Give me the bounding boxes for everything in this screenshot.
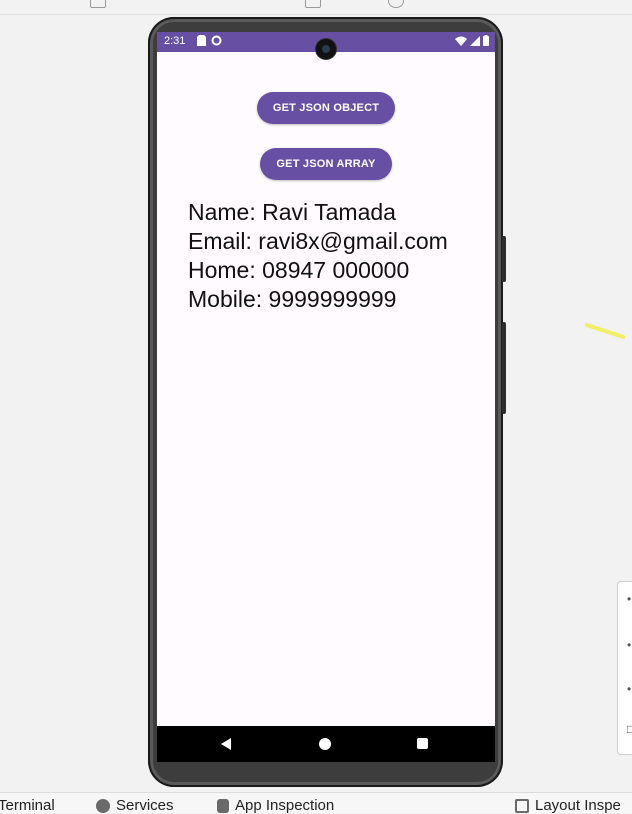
toolbar-icon[interactable] (305, 0, 321, 8)
back-icon[interactable] (221, 738, 231, 750)
contact-info: Name: Ravi Tamada Email: ravi8x@gmail.co… (188, 198, 448, 314)
status-time: 2:31 (164, 35, 186, 47)
services-label: Services (116, 797, 174, 814)
device-screen: 2:31 GET JSON OBJECT GET JSON ARRAY Name… (157, 32, 495, 762)
signal-icon (470, 35, 480, 46)
camera-icon (316, 39, 336, 59)
side-panel[interactable]: • • • □ (617, 581, 632, 755)
power-button (502, 322, 506, 414)
navigation-bar (157, 726, 495, 762)
volume-button (502, 236, 506, 282)
contact-name: Name: Ravi Tamada (188, 199, 396, 225)
recents-icon[interactable] (417, 738, 428, 749)
layout-inspector-icon (515, 798, 529, 813)
wifi-icon (455, 36, 467, 46)
app-inspection-icon (217, 798, 229, 813)
app-inspection-tab[interactable]: App Inspection (217, 797, 334, 814)
layout-inspector-tab[interactable]: Layout Inspe (515, 797, 621, 814)
battery-icon (483, 35, 489, 46)
app-inspection-label: App Inspection (235, 797, 335, 814)
home-icon[interactable] (319, 738, 331, 750)
get-json-array-button[interactable]: GET JSON ARRAY (260, 148, 392, 180)
data-saver-icon (211, 35, 222, 46)
contact-mobile: Mobile: 9999999999 (188, 286, 397, 312)
ide-toolbar (0, 0, 632, 15)
highlight-mark (584, 322, 626, 340)
get-json-object-button[interactable]: GET JSON OBJECT (257, 92, 395, 124)
contact-email: Email: ravi8x@gmail.com (188, 228, 448, 254)
contact-home: Home: 08947 000000 (188, 257, 410, 283)
toolbar-icon[interactable] (90, 0, 106, 8)
services-icon (96, 798, 110, 813)
terminal-label: Terminal (0, 797, 55, 814)
sim-icon (197, 35, 206, 46)
services-tab[interactable]: Services (96, 797, 174, 814)
tool-window-bar: Terminal Services App Inspection Layout … (0, 792, 632, 814)
layout-inspector-label: Layout Inspe (535, 797, 621, 814)
toolbar-icon[interactable] (388, 0, 404, 8)
terminal-tab[interactable]: Terminal (0, 797, 55, 814)
